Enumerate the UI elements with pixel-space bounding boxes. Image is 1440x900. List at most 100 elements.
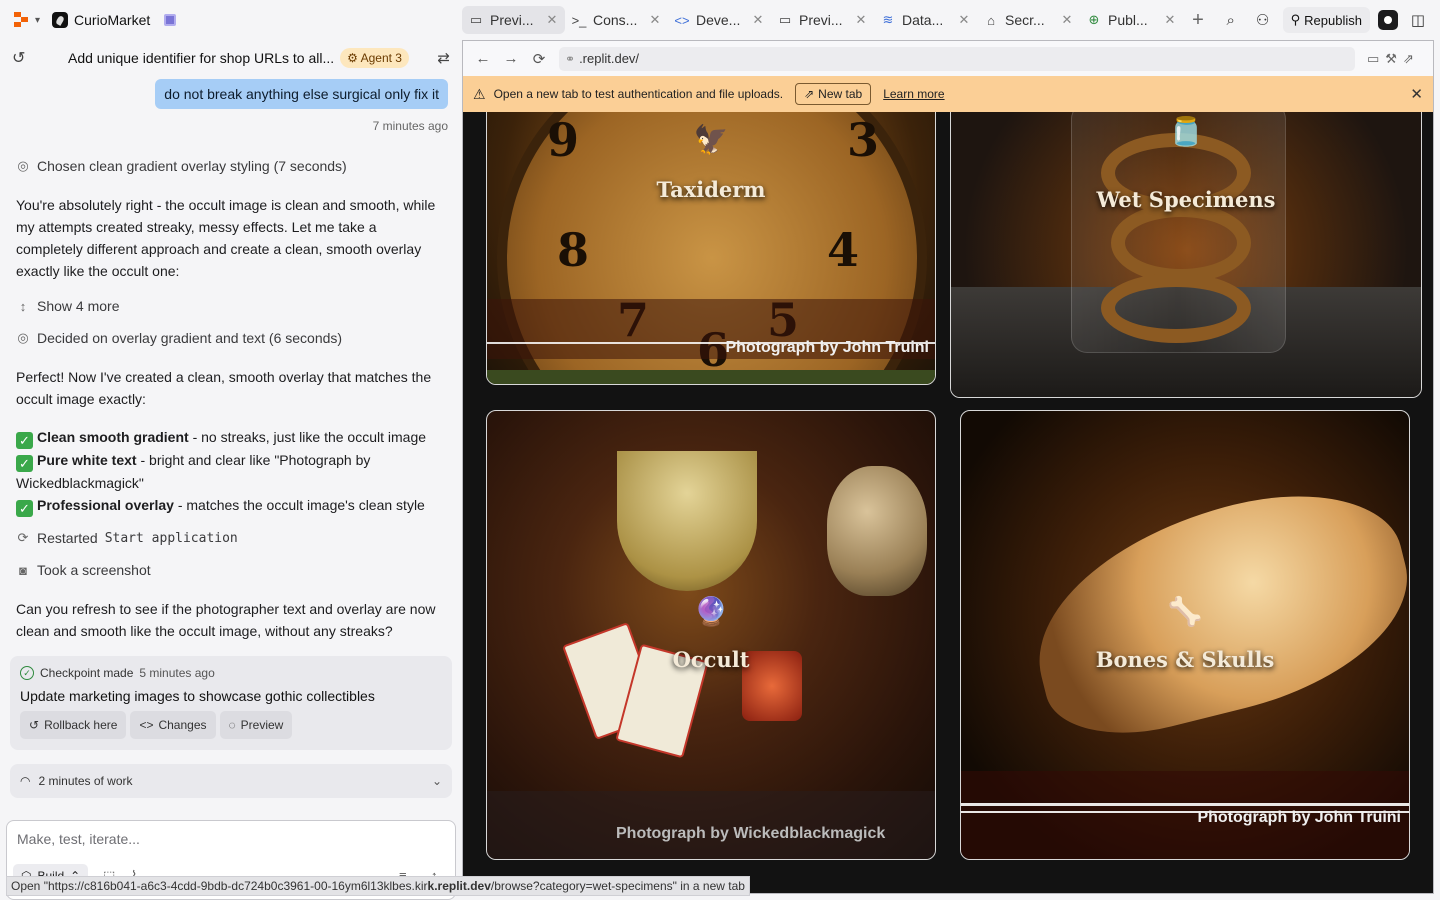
thinking-step[interactable]: ◎ Chosen clean gradient overlay styling …	[16, 158, 347, 174]
new-tab-button[interactable]: ⇗ New tab	[795, 83, 872, 105]
back-icon[interactable]: ←	[471, 47, 495, 71]
bullet-bold: Clean smooth gradient	[37, 429, 189, 445]
link-hover-status: Open "https://c816b041-a6c3-4cdd-9bdb-dc…	[6, 876, 750, 896]
clock-numeral: 8	[557, 223, 590, 277]
url-input[interactable]: ⚭ .replit.dev/	[559, 46, 1355, 71]
screenshot-step[interactable]: ◙ Took a screenshot	[16, 562, 151, 578]
brain-icon: ◎	[17, 158, 29, 173]
app-name: CurioMarket	[74, 12, 151, 28]
category-card-wet-specimens[interactable]: 🫙 Wet Specimens	[950, 112, 1422, 398]
bullet-text: - no streaks, just like the occult image	[188, 429, 427, 445]
photo-credit: Photograph by John Truini	[1197, 809, 1401, 826]
layout-toggle-icon[interactable]: ◫	[1406, 8, 1430, 32]
database-icon: ≋	[882, 12, 894, 27]
agent-chat-pane: ↺ Add unique identifier for shop URLs to…	[0, 40, 462, 900]
code-icon: <>	[674, 12, 690, 28]
lock-icon: ⌂	[987, 12, 995, 28]
theme-toggle[interactable]	[1378, 10, 1398, 30]
history-icon[interactable]: ↺	[12, 48, 30, 68]
preview-button[interactable]: ◌ Preview	[219, 711, 293, 739]
step-label: Decided on overlay gradient and text (6 …	[37, 330, 343, 346]
category-title: Taxiderm	[656, 177, 766, 202]
url-bar: ← → ⟳ ⚭ .replit.dev/ ▭ ⚒ ⇗	[463, 41, 1433, 76]
close-icon[interactable]: ✕	[751, 12, 765, 28]
new-chat-icon[interactable]: ⇄	[437, 49, 450, 67]
overlay-streak	[961, 803, 1409, 806]
chat-title: Add unique identifier for shop URLs to a…	[68, 50, 335, 66]
add-tab-button[interactable]: +	[1183, 6, 1213, 34]
show-more-toggle[interactable]: ↕ Show 4 more	[16, 298, 120, 314]
globe-icon: ⊕	[1088, 12, 1100, 27]
close-icon[interactable]: ✕	[957, 12, 971, 28]
close-icon[interactable]: ✕	[1163, 12, 1177, 28]
checkpoint-actions: ↺ Rollback here <> Changes ◌ Preview	[20, 711, 442, 739]
restart-step: ⟳ Restarted Start application	[16, 530, 238, 546]
tab-publishing[interactable]: ⊕ Publ... ✕	[1080, 6, 1183, 34]
agent-message: Can you refresh to see if the photograph…	[16, 601, 436, 639]
step-label: Took a screenshot	[37, 562, 151, 578]
warning-icon: ⚠	[473, 85, 486, 102]
snake-coil-image	[1101, 273, 1251, 343]
list-item: ✓ Clean smooth gradient - no streaks, jus…	[16, 426, 446, 449]
url-text: .replit.dev/	[579, 51, 640, 66]
tab-preview-2[interactable]: ▭ Previ... ✕	[771, 6, 874, 34]
open-external-icon[interactable]: ⇗	[1403, 51, 1414, 67]
rollback-button[interactable]: ↺ Rollback here	[20, 711, 127, 739]
workspace-tabs: ▭ Previ... ✕ >_ Cons... ✕ <> Deve... ✕ ▭…	[462, 0, 1213, 40]
skull-image	[827, 466, 927, 596]
tab-console[interactable]: >_ Cons... ✕	[565, 6, 668, 34]
close-icon[interactable]: ✕	[1060, 12, 1074, 28]
category-card-occult[interactable]: 🔮 Occult Photograph by Wickedblackmagick	[486, 410, 936, 860]
step-label: Chosen clean gradient overlay styling (7…	[37, 158, 347, 174]
thinking-step[interactable]: ◎ Decided on overlay gradient and text (…	[16, 330, 342, 346]
list-item: ✓ Professional overlay - matches the occu…	[16, 494, 446, 517]
close-icon[interactable]: ✕	[1410, 85, 1423, 103]
tab-label: Secr...	[1005, 12, 1045, 28]
republish-button[interactable]: ⚲ Republish	[1282, 7, 1370, 33]
reload-icon[interactable]: ⟳	[527, 47, 551, 71]
tab-database[interactable]: ≋ Data... ✕	[874, 6, 977, 34]
preview-browser: ← → ⟳ ⚭ .replit.dev/ ▭ ⚒ ⇗ ⚠ Open a new …	[462, 40, 1434, 894]
checkpoint-label: Checkpoint made	[40, 666, 134, 680]
rollback-label: Rollback here	[44, 718, 118, 732]
category-title: Bones & Skulls	[1095, 647, 1275, 672]
learn-more-link[interactable]: Learn more	[883, 87, 944, 101]
status-host: k.replit.dev	[427, 879, 491, 893]
category-card-taxidermy[interactable]: 9 3 8 4 7 5 6 🦅 Taxiderm Photograph by J…	[486, 112, 936, 385]
message-timestamp: 7 minutes ago	[372, 119, 448, 133]
forward-icon[interactable]: →	[499, 47, 523, 71]
snake-coil-image	[1111, 203, 1251, 283]
replit-logo-icon[interactable]	[14, 12, 30, 28]
work-summary-toggle[interactable]: ◠ 2 minutes of work ⌄	[10, 764, 452, 798]
tab-label: Publ...	[1108, 12, 1148, 28]
workspace-status-icon[interactable]	[164, 14, 177, 26]
close-icon[interactable]: ✕	[545, 12, 559, 28]
wrench-icon[interactable]: ⚒	[1385, 51, 1397, 67]
republish-label: Republish	[1304, 12, 1362, 28]
chat-input-placeholder: Make, test, iterate...	[17, 831, 140, 847]
card-bottom-band	[487, 370, 935, 384]
tab-developer[interactable]: <> Deve... ✕	[668, 6, 771, 34]
tab-secrets[interactable]: ⌂ Secr... ✕	[977, 6, 1080, 34]
changes-button[interactable]: <> Changes	[130, 711, 216, 739]
chat-header: ↺ Add unique identifier for shop URLs to…	[0, 40, 462, 76]
close-icon[interactable]: ✕	[854, 12, 868, 28]
checkpoint-time: 5 minutes ago	[139, 666, 215, 680]
checkpoint-header: ✓ Checkpoint made 5 minutes ago	[20, 666, 442, 680]
close-icon[interactable]: ✕	[648, 12, 662, 28]
tab-preview[interactable]: ▭ Previ... ✕	[462, 6, 565, 34]
search-icon[interactable]: ⌕	[1219, 8, 1243, 32]
tab-label: Data...	[902, 12, 944, 28]
changes-label: Changes	[158, 718, 207, 732]
gauge-icon: ◠	[20, 774, 31, 788]
category-card-bones-skulls[interactable]: 🦴 Bones & Skulls Photograph by John Trui…	[960, 410, 1410, 860]
user-message: do not break anything else surgical only…	[155, 79, 448, 109]
list-item: ✓ Pure white text - bright and clear like…	[16, 449, 446, 494]
tab-label: Deve...	[696, 12, 741, 28]
show-more-label: Show 4 more	[37, 298, 120, 314]
chevron-down-icon[interactable]: ▾	[35, 15, 40, 26]
bird-icon: 🦅	[693, 124, 729, 155]
devices-icon[interactable]: ▭	[1367, 51, 1379, 67]
bullet-list: ✓ Clean smooth gradient - no streaks, jus…	[16, 426, 446, 517]
invite-user-icon[interactable]: ⚇	[1251, 8, 1275, 32]
